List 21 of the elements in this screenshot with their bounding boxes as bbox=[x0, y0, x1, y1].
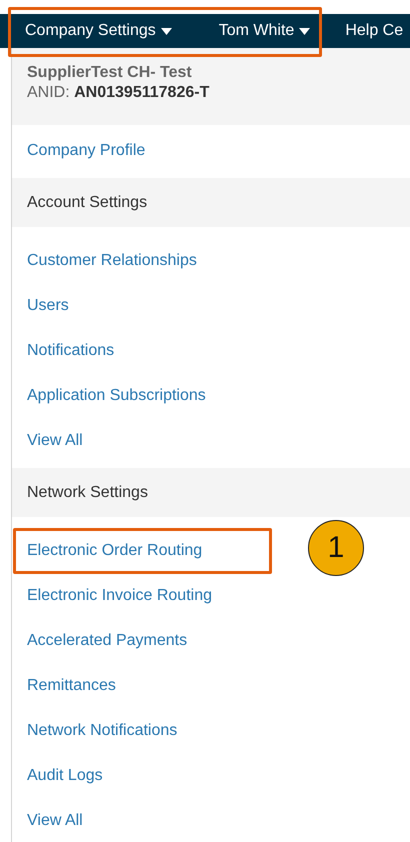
step-number-badge: 1 bbox=[308, 520, 364, 576]
menu-link[interactable]: Electronic Order Routing bbox=[27, 542, 202, 560]
nav-menu-button[interactable]: Company Settings bbox=[14, 22, 172, 40]
company-name: SupplierTest CH- Test bbox=[27, 63, 193, 83]
menu-link[interactable]: View All bbox=[27, 812, 83, 830]
menu-link[interactable]: Customer Relationships bbox=[27, 252, 197, 270]
menu-link[interactable]: Audit Logs bbox=[27, 766, 103, 784]
menu-link[interactable]: Application Subscriptions bbox=[27, 386, 206, 404]
nav-menu-button[interactable]: Tom White bbox=[208, 22, 310, 40]
menu-link[interactable]: View All bbox=[27, 432, 83, 450]
menu-link[interactable]: Users bbox=[27, 296, 69, 314]
account-id: ANID: AN01395117826-T bbox=[27, 83, 210, 103]
section-heading: Account Settings bbox=[12, 178, 410, 227]
menu-link[interactable]: Electronic Invoice Routing bbox=[27, 586, 212, 604]
menu-link[interactable]: Accelerated Payments bbox=[27, 632, 188, 650]
menu-link[interactable]: Remittances bbox=[27, 676, 116, 694]
menu-link[interactable]: Company Profile bbox=[27, 142, 146, 160]
menu-link[interactable]: Network Notifications bbox=[27, 722, 178, 740]
menu-link[interactable]: Notifications bbox=[27, 342, 114, 360]
nav-menu-button[interactable]: Help Ce bbox=[334, 22, 404, 40]
section-heading: Network Settings bbox=[12, 468, 410, 517]
